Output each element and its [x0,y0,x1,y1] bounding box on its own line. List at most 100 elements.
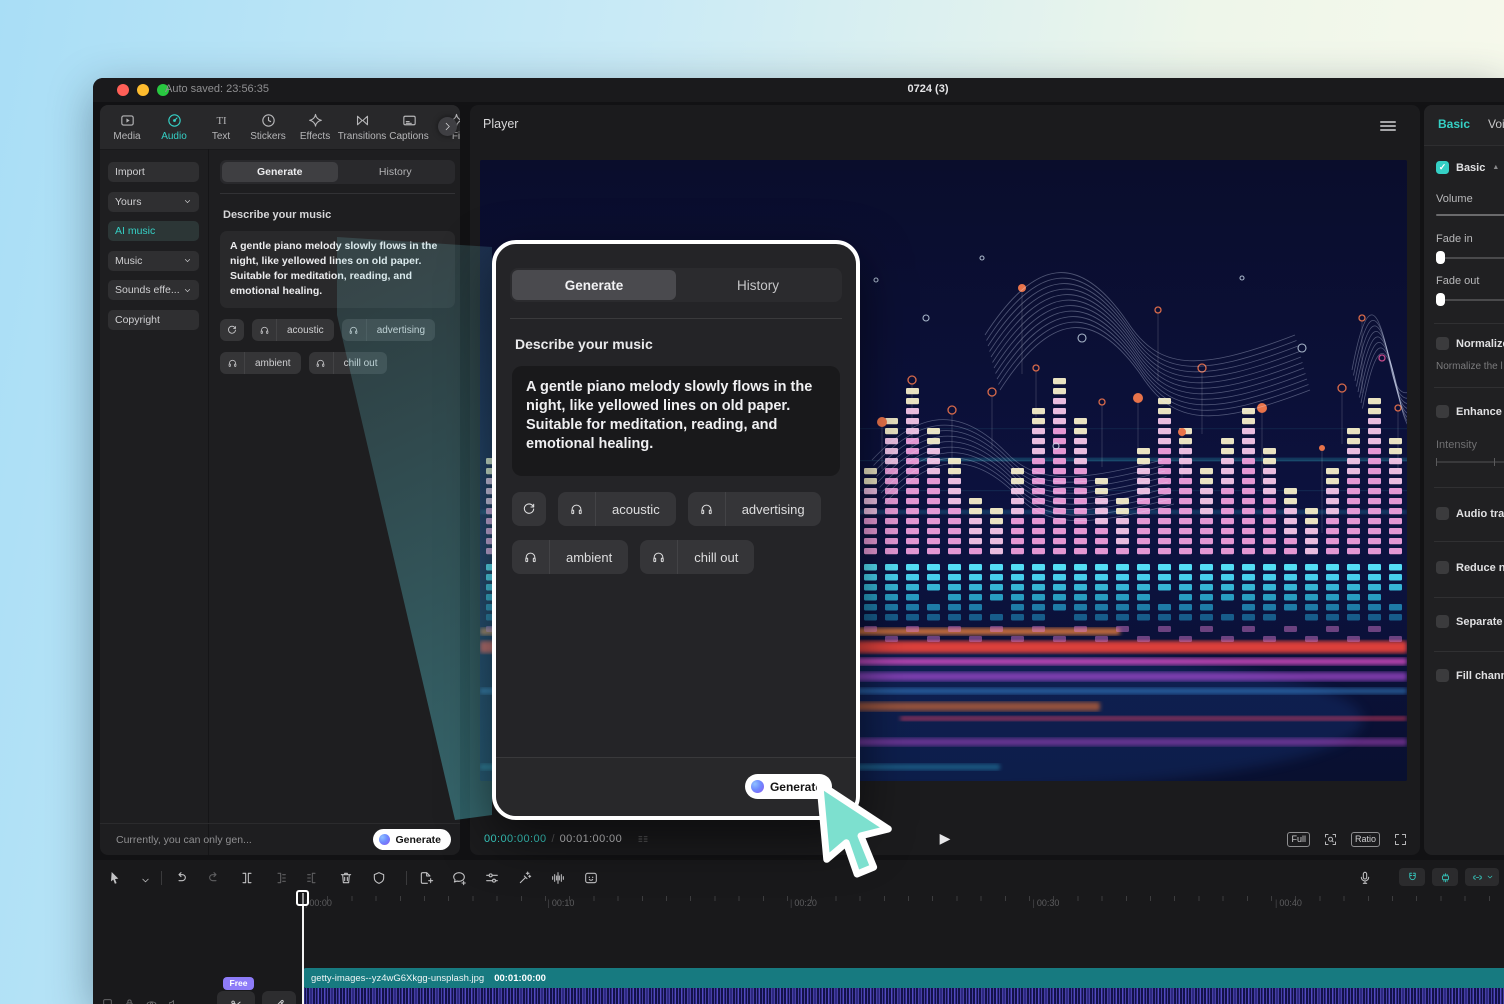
reduce-noise-checkbox[interactable] [1436,561,1449,574]
app-window: Auto saved: 23:56:35 0724 (3) Media Audi… [93,78,1504,1004]
playhead-handle[interactable] [296,890,309,906]
adjust-button[interactable] [484,869,500,887]
ratio-button[interactable]: Ratio [1351,832,1380,847]
tab-media[interactable]: Media [112,112,142,142]
divider [1434,651,1504,652]
display-grid-icon[interactable] [636,832,650,846]
close-button[interactable] [117,84,129,96]
tab-history[interactable]: History [676,270,840,300]
refresh-tags-button[interactable] [220,319,244,341]
playhead-line[interactable] [302,893,304,1004]
enhance-checkbox[interactable] [1436,405,1449,418]
redo-button[interactable] [206,869,222,887]
delete-icon [338,870,354,886]
divider [1434,387,1504,388]
tag-chill-out[interactable]: chill out [309,352,388,374]
tabbar-overflow-button[interactable] [438,117,457,136]
minimize-button[interactable] [137,84,149,96]
basic-checkbox[interactable]: ✓ [1436,161,1449,174]
sidebar-item-import[interactable]: Import [108,162,199,182]
player-menu-icon[interactable] [1380,121,1396,131]
split-button[interactable] [239,869,255,887]
basic-section-row: ✓ Basic ▲ [1436,161,1499,174]
headphones-icon [699,502,714,517]
track-eye-icon[interactable] [145,995,158,1004]
sidebar-item-copyright[interactable]: Copyright [108,310,199,330]
tag-label: chill out [334,358,388,369]
tab-captions[interactable]: Captions [394,112,424,142]
fill-channel-checkbox[interactable] [1436,669,1449,682]
mask-button[interactable] [371,869,387,887]
undo-button[interactable] [173,869,189,887]
collapse-arrow-icon[interactable]: ▲ [1492,164,1499,171]
audio-trans-row: Audio trans [1436,507,1504,520]
sidebar-item-sounds-effe-[interactable]: Sounds effe... [108,280,199,300]
normalize-checkbox[interactable] [1436,337,1449,350]
sticker-face-button[interactable] [583,869,599,887]
add-mask-button[interactable] [451,869,467,887]
volume-slider[interactable] [1436,214,1504,216]
tab-generate-small[interactable]: Generate [222,162,338,182]
fade-out-slider[interactable] [1436,299,1504,301]
tag-ambient[interactable]: ambient [220,352,301,374]
sticker-face-icon [583,870,599,886]
fullscreen-icon[interactable] [1393,832,1408,847]
tag-ambient[interactable]: ambient [512,540,628,574]
prompt-textarea-small[interactable]: A gentle piano melody slowly flows in th… [220,231,455,308]
tag-advertising[interactable]: advertising [342,319,435,341]
tag-label: acoustic [277,325,334,336]
full-button[interactable]: Full [1287,832,1310,847]
delete-button[interactable] [338,869,354,887]
track-lock-icon[interactable] [123,995,136,1004]
tag-chill-out[interactable]: chill out [640,540,754,574]
headphones-icon [651,550,666,565]
cut-tool-button[interactable] [217,991,255,1004]
generate-button-small[interactable]: Generate [373,829,451,850]
tab-generate[interactable]: Generate [512,270,676,300]
audio-trans-checkbox[interactable] [1436,507,1449,520]
tag-advertising[interactable]: advertising [688,492,821,526]
clip-waveform[interactable] [303,988,1504,1004]
select-tool-button[interactable] [107,869,123,887]
track-speaker-icon[interactable] [167,995,180,1004]
tag-acoustic[interactable]: acoustic [558,492,676,526]
sidebar-item-ai-music[interactable]: AI music [108,221,199,241]
track-square-icon[interactable] [101,995,114,1004]
fade-in-slider[interactable] [1436,257,1504,259]
zoom-fit-icon[interactable] [1323,832,1338,847]
sidebar-item-yours[interactable]: Yours [108,192,199,212]
record-mic-icon[interactable] [1357,869,1373,887]
timeline-clip[interactable]: getty-images--yz4wG6Xkgg-unsplash.jpg 00… [303,968,1504,988]
tab-audio[interactable]: Audio [159,112,189,142]
tab-history-small[interactable]: History [338,162,454,182]
select-tool-options-button[interactable] [140,872,151,890]
ruler-label: |00:20 [790,898,817,908]
tab-transitions[interactable]: Transitions [347,112,377,142]
snap-magnet-toggle[interactable] [1399,868,1425,886]
auto-link-toggle[interactable] [1465,868,1499,886]
split-keep-right-button[interactable] [305,869,321,887]
ai-music-dialog: Generate History Describe your music A g… [492,240,860,820]
tab-basic[interactable]: Basic [1438,117,1470,131]
magic-tools-button[interactable] [517,869,533,887]
tab-effects[interactable]: Effects [300,112,330,142]
audio-separate-button[interactable] [550,869,566,887]
tab-text[interactable]: TI Text [206,112,236,142]
preview-axis-toggle[interactable] [1432,868,1458,886]
sidebar-item-music[interactable]: Music [108,251,199,271]
play-button[interactable]: ▶ [940,830,951,847]
split-keep-left-button[interactable] [272,869,288,887]
tag-acoustic[interactable]: acoustic [252,319,334,341]
prompt-textarea[interactable]: A gentle piano melody slowly flows in th… [512,366,840,476]
refresh-tags-button[interactable] [512,492,546,526]
export-frame-button[interactable] [418,869,434,887]
separate-checkbox[interactable] [1436,615,1449,628]
intensity-slider[interactable] [1436,461,1504,463]
tab-voice[interactable]: Voic [1488,117,1504,131]
ai-gradient-icon [379,834,390,845]
timeline-ruler[interactable] [303,896,1504,901]
tab-stickers[interactable]: Stickers [253,112,283,142]
media-tab-icon [119,112,136,129]
edit-tool-button[interactable] [262,991,296,1004]
magic-tools-icon [517,870,533,886]
